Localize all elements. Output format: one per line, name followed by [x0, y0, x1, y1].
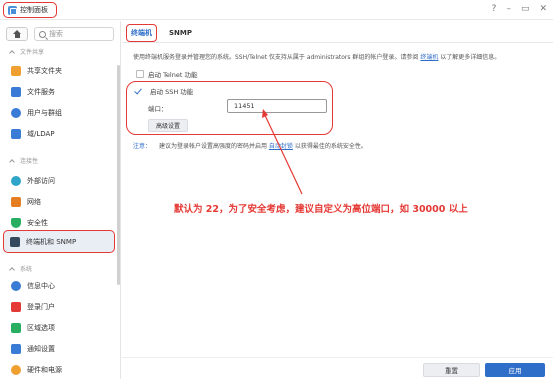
telnet-checkbox[interactable]: [136, 70, 144, 78]
sidebar-item-regional-options[interactable]: 区域选项: [5, 318, 115, 338]
port-input[interactable]: [227, 99, 327, 113]
tab-snmp[interactable]: SNMP: [165, 26, 196, 40]
sidebar-item-terminal-snmp[interactable]: 终端机和 SNMP: [3, 230, 115, 253]
advanced-settings-button[interactable]: 高级设置: [148, 119, 188, 132]
close-button[interactable]: ✕: [539, 4, 547, 14]
tab-bar: 终端机 SNMP: [126, 24, 196, 43]
chevron-up-icon: [9, 266, 15, 273]
section-label: 系统: [20, 266, 33, 273]
description-tail: 以了解更多详细信息。: [440, 54, 501, 61]
sidebar-toolbar: [6, 27, 114, 41]
section-label: 文件共享: [20, 49, 45, 56]
sidebar-item-shared-folder[interactable]: 共享文件夹: [5, 61, 115, 81]
sidebar-item-info-center[interactable]: 信息中心: [5, 276, 115, 296]
sidebar-item-label: 硬件和电源: [27, 366, 62, 374]
telnet-option[interactable]: 启动 Telnet 功能: [136, 69, 197, 79]
login-portal-icon: [11, 302, 21, 312]
control-panel-icon: [8, 5, 17, 15]
note-tail: 以获得最佳的系统安全性。: [294, 143, 367, 150]
sidebar-item-label: 外部访问: [27, 177, 55, 185]
auto-block-link[interactable]: 自动封锁: [269, 143, 293, 150]
tab-terminal[interactable]: 终端机: [126, 24, 157, 43]
power-icon: [11, 365, 21, 375]
sidebar-item-label: 终端机和 SNMP: [26, 237, 77, 246]
telnet-label: 启动 Telnet 功能: [148, 71, 198, 79]
sidebar-item-hardware-power[interactable]: 硬件和电源: [5, 360, 115, 379]
description-link[interactable]: 终端机: [420, 54, 438, 61]
note-label: 注意：: [133, 143, 152, 150]
reset-button[interactable]: 重置: [423, 363, 480, 377]
footer-divider: [122, 357, 553, 358]
sidebar-item-label: 区域选项: [27, 324, 55, 332]
sidebar-item-external-access[interactable]: 外部访问: [5, 171, 115, 191]
info-icon: [11, 281, 21, 291]
window-controls: ? – ▭ ✕: [492, 4, 547, 14]
sidebar-item-label: 安全性: [27, 219, 48, 227]
main-panel: 终端机 SNMP 使用终端机服务登录并管理您的系统。SSH/Telnet 仅支持…: [122, 21, 553, 379]
users-icon: [11, 108, 21, 118]
search-input[interactable]: [49, 30, 109, 38]
annotation-text: 默认为 22，为了安全考虑，建议自定义为高位端口，如 30000 以上: [174, 204, 468, 215]
window-title: 控制面板: [20, 6, 48, 14]
sidebar-item-ldap[interactable]: 域/LDAP: [5, 124, 115, 144]
apply-button[interactable]: 应用: [485, 363, 545, 377]
section-header-system[interactable]: 系统: [9, 264, 33, 273]
terminal-icon: [10, 236, 20, 247]
check-icon[interactable]: [134, 87, 142, 95]
sidebar-item-label: 通知设置: [27, 345, 55, 353]
minimize-button[interactable]: –: [506, 4, 511, 14]
title-bar: 控制面板 ? – ▭ ✕: [0, 0, 553, 20]
sidebar-item-notification[interactable]: 通知设置: [5, 339, 115, 359]
sidebar-item-label: 用户与群组: [27, 109, 62, 117]
sidebar-item-file-services[interactable]: 文件服务: [5, 82, 115, 102]
home-button[interactable]: [6, 27, 28, 41]
sidebar-item-login-portal[interactable]: 登录门户: [5, 297, 115, 317]
sidebar-item-label: 网络: [27, 198, 41, 206]
chevron-up-icon: [9, 49, 15, 56]
sidebar-item-label: 登录门户: [27, 303, 55, 311]
maximize-button[interactable]: ▭: [521, 4, 530, 14]
sidebar-item-label: 共享文件夹: [27, 67, 62, 75]
chevron-up-icon: [9, 158, 15, 165]
ssh-label: 启动 SSH 功能: [150, 88, 194, 96]
description-body: 使用终端机服务登录并管理您的系统。SSH/Telnet 仅支持从属于 admin…: [133, 54, 419, 61]
sidebar-item-label: 域/LDAP: [27, 130, 55, 138]
sidebar-item-label: 信息中心: [27, 282, 55, 290]
sidebar-item-users[interactable]: 用户与群组: [5, 103, 115, 123]
search-box[interactable]: [34, 27, 114, 41]
shield-icon: [11, 218, 21, 228]
sidebar-item-network[interactable]: 网络: [5, 192, 115, 212]
search-icon: [39, 30, 46, 38]
ssh-option[interactable]: 启动 SSH 功能: [134, 86, 193, 96]
note-text: 建议为登录帐户设置高强度的密码并启用: [158, 143, 267, 150]
section-label: 连接性: [20, 158, 39, 165]
description-text: 使用终端机服务登录并管理您的系统。SSH/Telnet 仅支持从属于 admin…: [133, 52, 548, 61]
sidebar: 文件共享 共享文件夹 文件服务 用户与群组 域/LDAP 连接性 外部访问 网络…: [0, 21, 121, 379]
app-title-badge: 控制面板: [3, 2, 57, 18]
sidebar-scrollbar[interactable]: [117, 65, 120, 285]
tab-divider: [122, 42, 553, 43]
security-note: 注意： 建议为登录帐户设置高强度的密码并启用 自动封锁 以获得最佳的系统安全性。: [133, 141, 367, 150]
file-services-icon: [11, 87, 21, 97]
help-button[interactable]: ?: [492, 4, 497, 14]
section-header-connectivity[interactable]: 连接性: [9, 156, 39, 165]
globe-icon: [11, 176, 21, 186]
notification-icon: [11, 344, 21, 354]
sidebar-item-label: 文件服务: [27, 88, 55, 96]
region-icon: [11, 323, 21, 333]
port-label: 端口：: [148, 105, 168, 113]
section-header-file-sharing[interactable]: 文件共享: [9, 47, 45, 56]
home-icon: [12, 30, 22, 38]
ldap-icon: [11, 129, 21, 139]
network-home-icon: [11, 197, 21, 207]
folder-icon: [11, 66, 21, 76]
